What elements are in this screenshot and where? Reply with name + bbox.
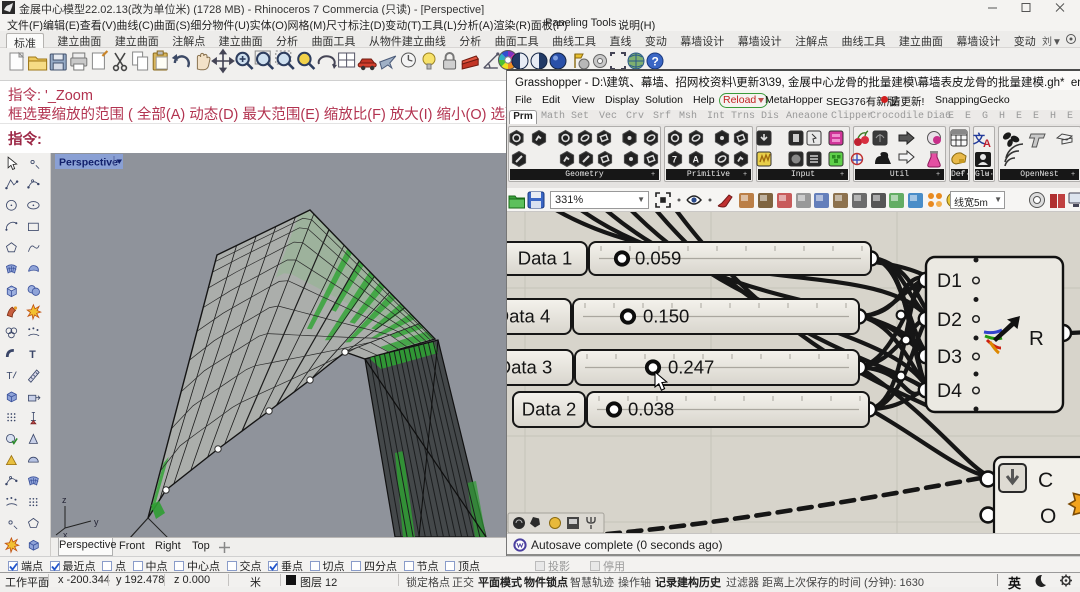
svg-text:Data 4: Data 4 xyxy=(507,306,550,327)
svg-text:Perspective: Perspective xyxy=(59,157,118,169)
svg-text:Data 1: Data 1 xyxy=(518,248,573,269)
svg-text:0.150: 0.150 xyxy=(643,306,689,327)
svg-text:Data 3: Data 3 xyxy=(507,357,552,378)
svg-text:0.247: 0.247 xyxy=(668,357,714,378)
svg-text:?: ? xyxy=(652,55,659,69)
svg-text:D2: D2 xyxy=(937,309,962,331)
svg-text:0.038: 0.038 xyxy=(628,399,674,420)
svg-text:A: A xyxy=(983,138,991,150)
svg-text:D4: D4 xyxy=(937,380,962,402)
svg-text:C: C xyxy=(1038,469,1053,492)
svg-text:D3: D3 xyxy=(937,346,962,368)
svg-text:Data 2: Data 2 xyxy=(522,399,577,420)
svg-text:D1: D1 xyxy=(937,270,962,292)
svg-text:x: x xyxy=(63,530,68,537)
svg-text:T: T xyxy=(6,371,12,382)
svg-text:0.059: 0.059 xyxy=(635,248,681,269)
svg-text:R: R xyxy=(1029,327,1044,350)
svg-text:y: y xyxy=(94,517,99,527)
svg-text:T: T xyxy=(29,349,36,361)
svg-text:O: O xyxy=(1040,505,1056,528)
svg-text:z: z xyxy=(62,495,67,505)
svg-text:A: A xyxy=(693,155,700,165)
svg-text:7: 7 xyxy=(672,155,677,165)
